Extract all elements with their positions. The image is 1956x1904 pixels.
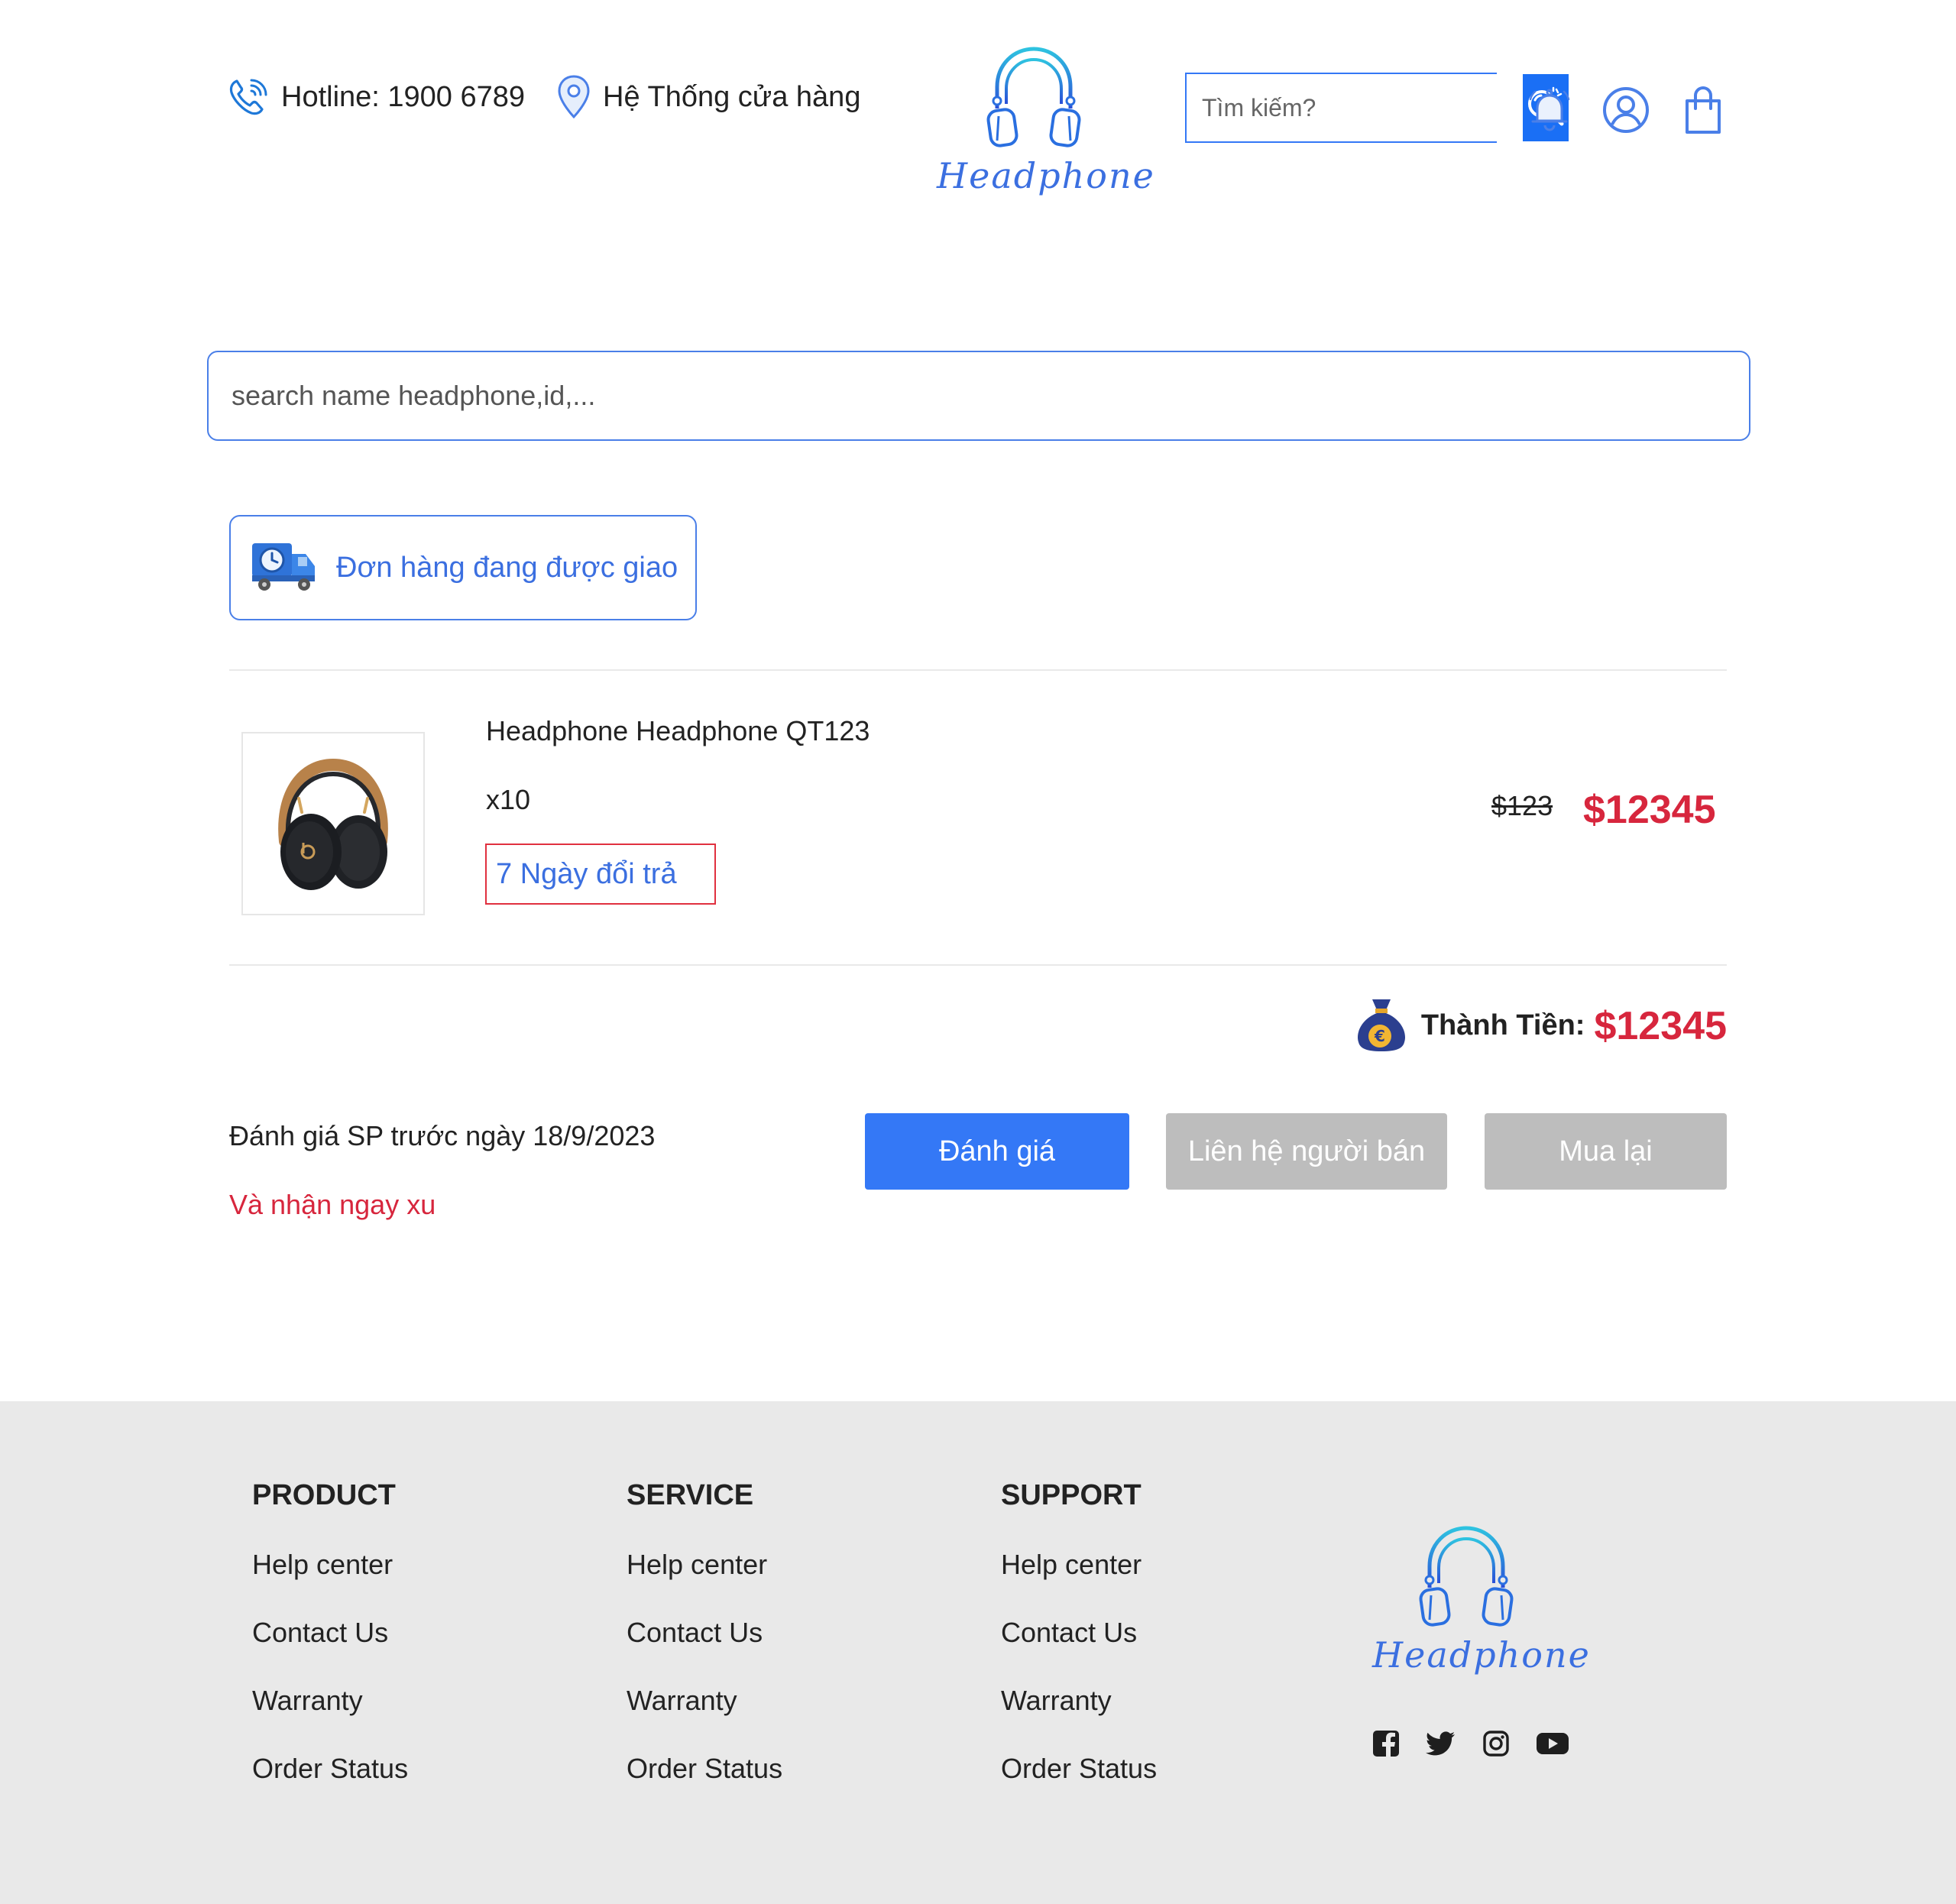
- footer-column-title: SUPPORT: [1001, 1479, 1142, 1511]
- footer-link[interactable]: Warranty: [1001, 1685, 1157, 1753]
- buy-again-button[interactable]: Mua lại: [1485, 1113, 1727, 1190]
- footer-logo[interactable]: Headphone: [1372, 1510, 1591, 1676]
- money-bag-icon: €: [1351, 993, 1412, 1058]
- tab-delivering-label: Đơn hàng đang được giao: [336, 551, 678, 584]
- footer-column-title: SERVICE: [627, 1479, 754, 1511]
- logo-text: Headphone: [1372, 1634, 1591, 1676]
- cart-button[interactable]: [1678, 86, 1728, 140]
- review-reward-note: Và nhận ngay xu: [229, 1189, 436, 1220]
- account-button[interactable]: [1601, 86, 1650, 138]
- product-image[interactable]: [241, 732, 425, 915]
- bell-icon: [1529, 89, 1570, 131]
- footer-link[interactable]: Order Status: [627, 1753, 782, 1821]
- footer-link[interactable]: Help center: [627, 1549, 782, 1617]
- footer-link[interactable]: Contact Us: [627, 1617, 782, 1685]
- order-total: € Thành Tiền: $12345: [1351, 993, 1727, 1058]
- divider: [229, 964, 1727, 966]
- tab-delivering-orders[interactable]: Đơn hàng đang được giao: [229, 515, 697, 620]
- hotline[interactable]: Hotline: 1900 6789: [226, 75, 525, 119]
- footer-link[interactable]: Order Status: [252, 1753, 408, 1821]
- hotline-text: Hotline: 1900 6789: [281, 80, 526, 113]
- delivery-truck-icon: [249, 539, 318, 597]
- review-button[interactable]: Đánh giá: [865, 1113, 1129, 1190]
- footer: PRODUCT Help center Contact Us Warranty …: [0, 1401, 1956, 1904]
- store-system-link[interactable]: Hệ Thống cửa hàng: [555, 73, 860, 121]
- footer-link[interactable]: Help center: [1001, 1549, 1157, 1617]
- header-search: [1185, 73, 1569, 143]
- youtube-icon[interactable]: [1536, 1730, 1569, 1761]
- footer-link[interactable]: Order Status: [1001, 1753, 1157, 1821]
- headphone-logo-icon: [1419, 1526, 1514, 1627]
- map-pin-icon: [555, 73, 592, 121]
- footer-link[interactable]: Warranty: [252, 1685, 408, 1753]
- footer-column-support: SUPPORT Help center Contact Us Warranty …: [1001, 1479, 1157, 1821]
- contact-seller-button[interactable]: Liên hệ người bán: [1166, 1113, 1447, 1190]
- twitter-icon[interactable]: [1426, 1730, 1456, 1761]
- header-contact: Hotline: 1900 6789 Hệ Thống cửa hàng: [226, 73, 860, 121]
- product-name[interactable]: Headphone Headphone QT123: [486, 715, 870, 747]
- total-value: $12345: [1594, 1003, 1727, 1048]
- price-original: $123: [1491, 790, 1553, 821]
- notifications-button[interactable]: [1524, 86, 1575, 140]
- price-current: $12345: [1583, 788, 1716, 832]
- footer-link[interactable]: Warranty: [627, 1685, 782, 1753]
- facebook-icon[interactable]: [1372, 1730, 1400, 1761]
- divider: [229, 669, 1727, 671]
- site-logo[interactable]: Headphone: [937, 31, 1155, 196]
- footer-link[interactable]: Help center: [252, 1549, 408, 1617]
- product-quantity: x10: [486, 784, 531, 815]
- svg-text:€: €: [1374, 1027, 1385, 1045]
- phone-icon: [226, 75, 270, 119]
- order-search-input[interactable]: [209, 352, 1749, 439]
- footer-link[interactable]: Contact Us: [252, 1617, 408, 1685]
- footer-column-product: PRODUCT Help center Contact Us Warranty …: [252, 1479, 408, 1821]
- headphone-logo-icon: [986, 47, 1081, 147]
- footer-column-service: SERVICE Help center Contact Us Warranty …: [627, 1479, 782, 1821]
- user-icon: [1603, 87, 1649, 133]
- headphone-product-icon: [278, 758, 388, 890]
- header-search-input[interactable]: [1187, 74, 1523, 141]
- order-search: [207, 351, 1750, 441]
- shopping-bag-icon: [1686, 86, 1721, 134]
- instagram-icon[interactable]: [1482, 1730, 1510, 1761]
- social-links: [1372, 1730, 1595, 1761]
- store-system-text: Hệ Thống cửa hàng: [603, 80, 861, 113]
- footer-column-title: PRODUCT: [252, 1479, 396, 1511]
- total-label: Thành Tiền:: [1420, 1009, 1585, 1041]
- review-deadline-note: Đánh giá SP trước ngày 18/9/2023: [229, 1120, 656, 1151]
- return-policy-badge: 7 Ngày đổi trả: [485, 844, 716, 905]
- footer-link[interactable]: Contact Us: [1001, 1617, 1157, 1685]
- logo-text: Headphone: [937, 155, 1155, 196]
